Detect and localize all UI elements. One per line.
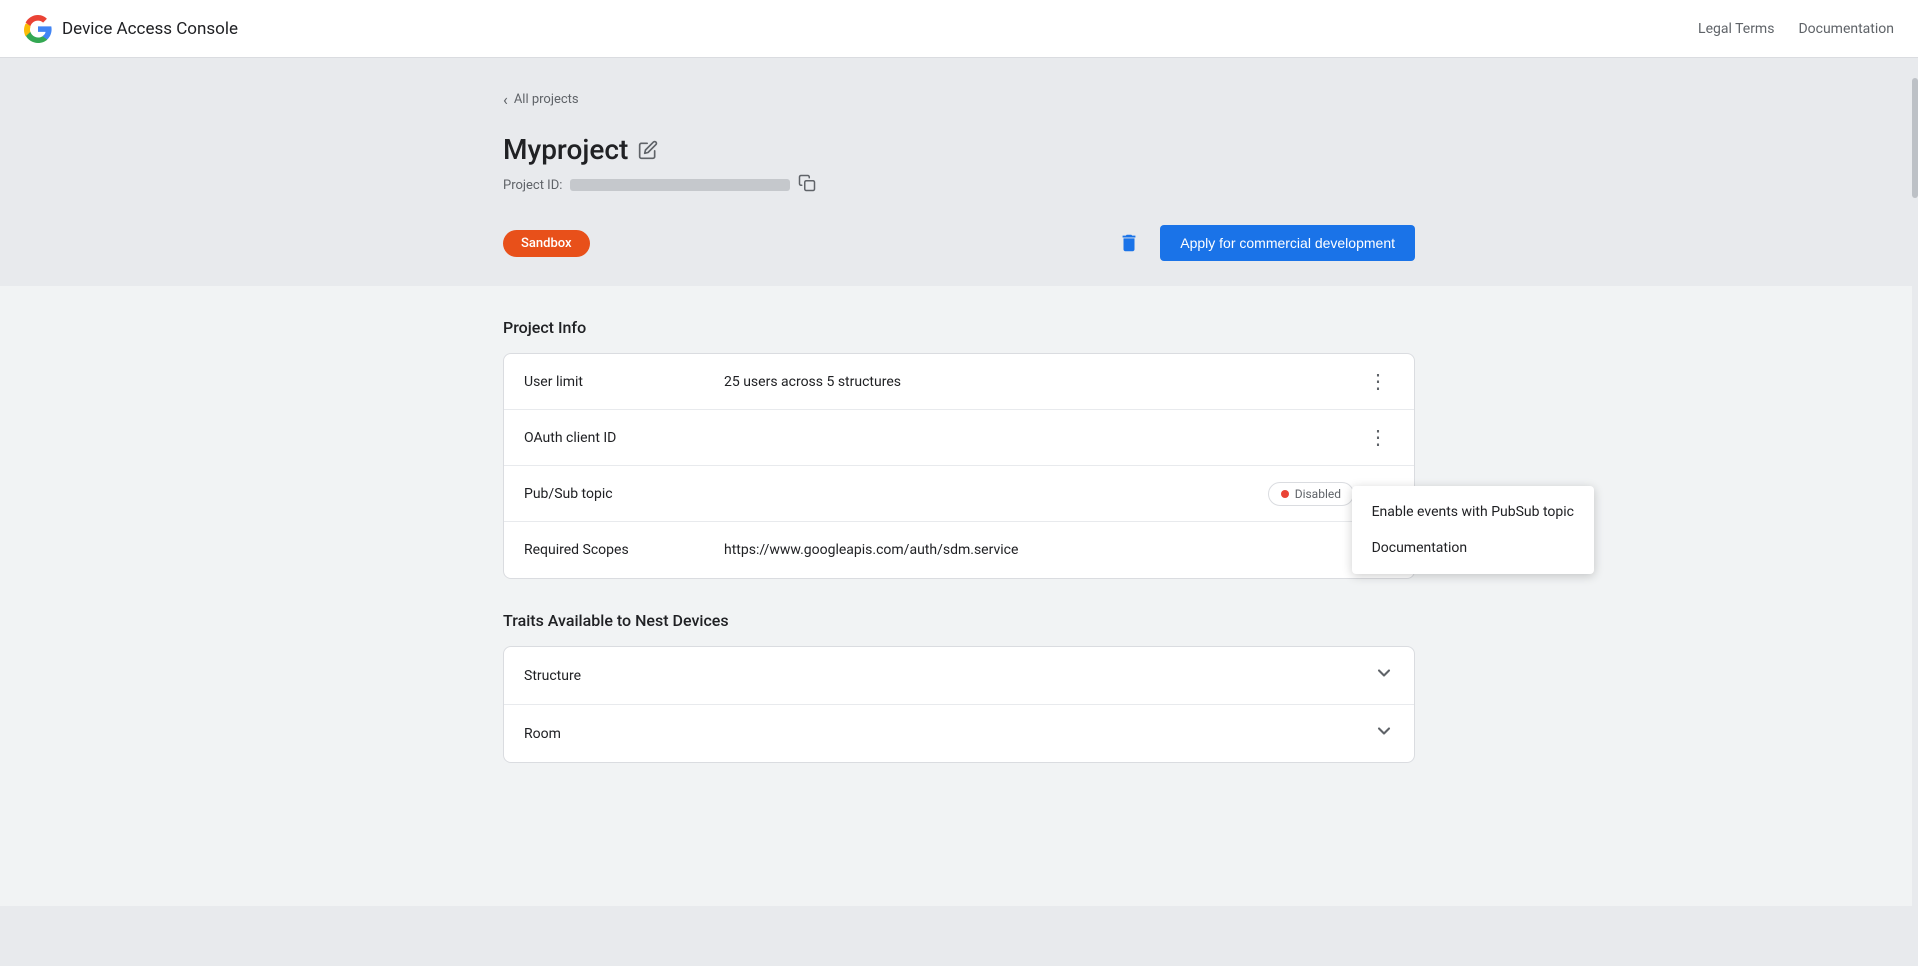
disabled-dot-icon <box>1281 490 1289 498</box>
breadcrumb-label: All projects <box>514 92 579 107</box>
google-logo-icon <box>24 15 52 43</box>
legal-terms-link[interactable]: Legal Terms <box>1698 21 1774 37</box>
action-right: Apply for commercial development <box>1110 224 1415 262</box>
project-info-title: Project Info <box>503 318 1415 337</box>
nav-right: Legal Terms Documentation <box>1698 21 1894 37</box>
pubsub-documentation-item[interactable]: Documentation <box>1352 530 1594 566</box>
nav-left: Device Access Console <box>24 15 238 43</box>
more-vert-icon: ⋮ <box>1368 372 1388 392</box>
delete-project-button[interactable] <box>1110 224 1148 262</box>
user-limit-actions: ⋮ <box>1362 366 1394 398</box>
user-limit-row: User limit 25 users across 5 structures … <box>504 354 1414 410</box>
required-scopes-label: Required Scopes <box>524 542 724 558</box>
traits-card: Structure Room <box>503 646 1415 763</box>
oauth-client-actions: ⋮ <box>1362 422 1394 454</box>
edit-project-icon[interactable] <box>638 140 658 160</box>
room-chevron-icon <box>1374 721 1394 746</box>
structure-trait-label: Structure <box>524 668 1374 684</box>
structure-trait-row[interactable]: Structure <box>504 647 1414 705</box>
user-limit-value: 25 users across 5 structures <box>724 374 1362 390</box>
structure-chevron-icon <box>1374 663 1394 688</box>
user-limit-label: User limit <box>524 374 724 390</box>
copy-id-icon[interactable] <box>798 174 816 196</box>
room-trait-label: Room <box>524 726 1374 742</box>
pubsub-label: Pub/Sub topic <box>524 486 724 502</box>
pubsub-dropdown-menu: Enable events with PubSub topic Document… <box>1352 486 1594 574</box>
project-id-value <box>570 179 790 191</box>
disabled-label: Disabled <box>1295 487 1341 501</box>
action-row: Sandbox Apply for commercial development <box>503 224 1415 262</box>
required-scopes-row: Required Scopes https://www.googleapis.c… <box>504 522 1414 578</box>
disabled-badge: Disabled <box>1268 482 1354 506</box>
apply-commercial-button[interactable]: Apply for commercial development <box>1160 225 1415 261</box>
documentation-link[interactable]: Documentation <box>1798 21 1894 37</box>
scroll-thumb[interactable] <box>1912 78 1918 198</box>
oauth-client-row: OAuth client ID ⋮ <box>504 410 1414 466</box>
enable-pubsub-item[interactable]: Enable events with PubSub topic <box>1352 494 1594 530</box>
project-name: Myproject <box>503 133 628 166</box>
scroll-track <box>1912 58 1918 966</box>
oauth-client-label: OAuth client ID <box>524 430 724 446</box>
breadcrumb-chevron-icon: ‹ <box>503 90 508 109</box>
main-content: Project Info User limit 25 users across … <box>0 286 1918 906</box>
breadcrumb[interactable]: ‹ All projects <box>503 90 1415 109</box>
pubsub-row: Pub/Sub topic Disabled ⋮ Enable events w… <box>504 466 1414 522</box>
user-limit-more-button[interactable]: ⋮ <box>1362 366 1394 398</box>
top-nav: Device Access Console Legal Terms Docume… <box>0 0 1918 58</box>
oauth-client-more-button[interactable]: ⋮ <box>1362 422 1394 454</box>
project-id-label: Project ID: <box>503 178 562 193</box>
project-title-row: Myproject <box>503 133 1415 166</box>
required-scopes-value: https://www.googleapis.com/auth/sdm.serv… <box>724 542 1394 558</box>
header-area: ‹ All projects Myproject Project ID: <box>0 58 1918 286</box>
sandbox-badge: Sandbox <box>503 230 590 257</box>
project-info-card: User limit 25 users across 5 structures … <box>503 353 1415 579</box>
project-id-row: Project ID: <box>503 174 1415 196</box>
more-vert-icon: ⋮ <box>1368 428 1388 448</box>
app-title: Device Access Console <box>62 19 238 39</box>
room-trait-row[interactable]: Room <box>504 705 1414 762</box>
traits-section-title: Traits Available to Nest Devices <box>503 611 1415 630</box>
